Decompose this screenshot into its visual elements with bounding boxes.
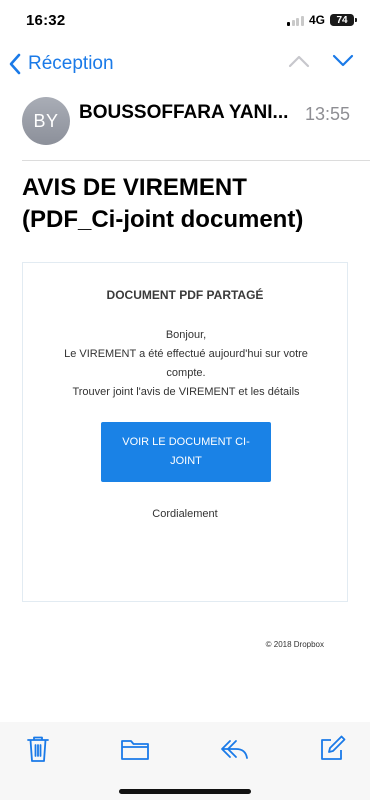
- back-button[interactable]: Réception: [8, 48, 114, 80]
- message-navigation: [288, 50, 354, 72]
- delete-button[interactable]: [23, 734, 53, 764]
- view-document-button[interactable]: VOIR LE DOCUMENT CI-JOINT: [101, 422, 271, 482]
- subject-line-1: AVIS DE VIREMENT: [22, 174, 247, 201]
- reply-button[interactable]: [217, 734, 251, 764]
- battery-level: 74: [336, 14, 348, 26]
- next-message-button[interactable]: [332, 50, 354, 72]
- divider: [22, 160, 370, 161]
- status-bar: 16:32 4G 74: [0, 0, 370, 44]
- compose-button[interactable]: [317, 734, 347, 764]
- greeting-text: Bonjour,: [165, 329, 207, 341]
- nav-bar: Réception: [0, 44, 370, 84]
- message-time: 13:55: [304, 104, 350, 124]
- body-line-3: Trouver joint l'avis de VIREMENT et les …: [72, 386, 300, 398]
- sender-row[interactable]: BY BOUSSOFFARA YANI... 13:55: [0, 90, 370, 160]
- card-body: Bonjour, Le VIREMENT a été effectué aujo…: [33, 326, 339, 402]
- message-subject: AVIS DE VIREMENT (PDF_Ci-joint document): [22, 172, 352, 236]
- folder-icon: [121, 740, 149, 760]
- body-line-2: compte.: [166, 367, 206, 379]
- sender-name[interactable]: BOUSSOFFARA YANI...: [79, 102, 294, 124]
- trash-icon: [27, 736, 49, 762]
- body-line-1: Le VIREMENT a été effectué aujourd'hui s…: [64, 348, 308, 360]
- move-button[interactable]: [118, 734, 152, 764]
- previous-message-button[interactable]: [288, 50, 310, 72]
- battery-icon: 74: [330, 14, 357, 26]
- subject-line-2: (PDF_Ci-joint document): [22, 206, 304, 233]
- card-title: DOCUMENT PDF PARTAGÉ: [106, 288, 264, 302]
- back-label: Réception: [28, 53, 114, 74]
- compose-icon: [321, 735, 346, 760]
- avatar[interactable]: BY: [22, 97, 70, 145]
- chevron-up-icon: [288, 55, 310, 68]
- chevron-left-icon: [9, 53, 21, 75]
- closing-text: Cordialement: [152, 508, 218, 520]
- status-time: 16:32: [26, 12, 66, 29]
- email-card: DOCUMENT PDF PARTAGÉ Bonjour, Le VIREMEN…: [22, 262, 348, 602]
- status-indicators: 4G 74: [287, 13, 357, 27]
- copyright-text: © 2018 Dropbox: [265, 640, 324, 649]
- reply-icon: [221, 740, 248, 759]
- home-indicator[interactable]: [119, 789, 251, 794]
- chevron-down-icon: [332, 54, 354, 67]
- signal-icon: [287, 15, 304, 26]
- network-type: 4G: [308, 13, 325, 27]
